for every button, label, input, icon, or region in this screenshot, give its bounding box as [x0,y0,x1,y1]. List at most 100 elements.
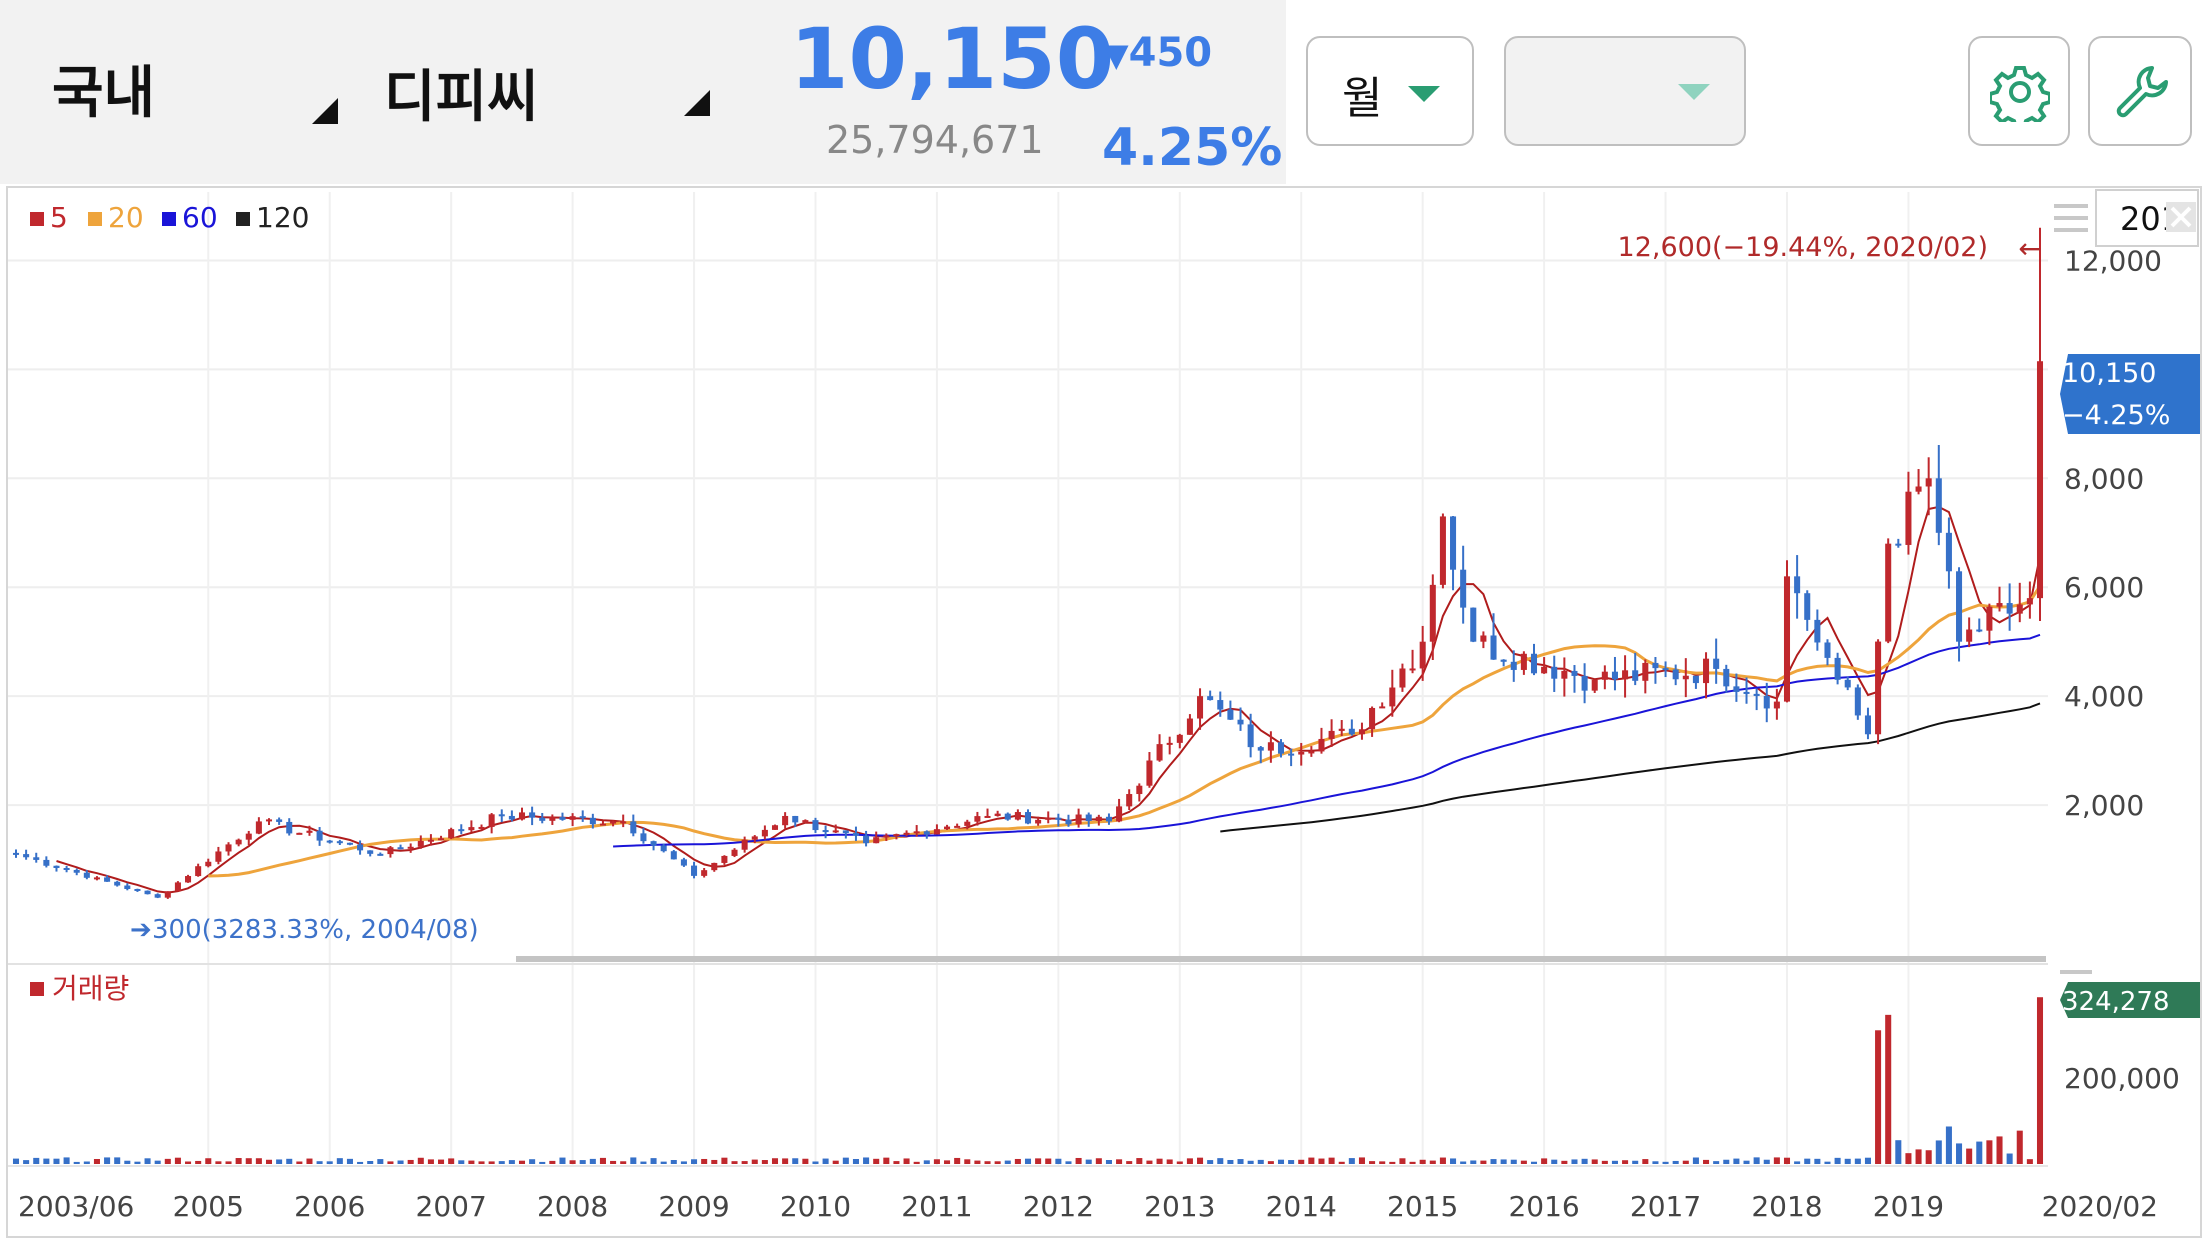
min-price-annotation: 300(3283.33%, 2004/08) [152,915,479,945]
volume-bar [73,1161,80,1164]
candle-body [1389,687,1396,707]
volume-bar [387,1161,394,1164]
volume-bar [1682,1160,1689,1164]
candle-body [1814,619,1821,643]
volume-bar [812,1161,819,1164]
candle-body [1338,728,1345,731]
volume-bar [599,1157,606,1164]
volume-menu-icon[interactable] [2060,970,2092,974]
volume-bar [2026,1159,2033,1164]
volume-bar [367,1161,374,1164]
candle-body [1854,687,1861,716]
stock-selector-caret-icon[interactable] [684,90,710,116]
x-tick-label: 2009 [658,1190,729,1223]
candle-body [316,830,323,841]
volume-bar [195,1160,202,1164]
volume-bar [397,1160,404,1164]
period-dropdown[interactable]: 월 [1306,36,1474,146]
volume-bar [933,1159,940,1164]
volume-bar [903,1158,910,1164]
volume-bar [1328,1157,1335,1164]
volume-bar [1318,1158,1325,1164]
volume-bar [1804,1158,1811,1164]
volume-bar [316,1161,323,1164]
close-icon[interactable] [2166,202,2196,232]
volume-bar [205,1158,212,1164]
candlestick-series [12,227,2044,899]
volume-bar [154,1160,161,1164]
candle-body [1844,679,1851,688]
candle-body [630,821,637,834]
volume-bar [1966,1148,1973,1164]
candle-body [306,830,313,833]
volume-bar [964,1159,971,1164]
chart-scrollbar[interactable] [516,956,2046,962]
current-price-tag: 10,150 −4.25% [2060,354,2200,434]
candle-body [650,841,657,846]
volume-bar [1105,1160,1112,1164]
volume-legend-swatch [30,982,44,996]
candle-body [1379,706,1386,709]
stock-name[interactable]: 디피씨 [384,52,539,133]
volume-bar [782,1158,789,1164]
candle-body [1966,629,1973,642]
volume-bar [691,1159,698,1164]
volume-bar [832,1160,839,1164]
market-selector-caret-icon[interactable] [312,98,338,124]
hamburger-icon[interactable] [2054,204,2088,232]
x-tick-label: 2010 [780,1190,851,1223]
candle-body [782,815,789,826]
candle-body [1945,532,1952,572]
volume-bar [751,1159,758,1164]
legend-swatch-20 [88,212,102,226]
volume-bar [1783,1157,1791,1164]
market-selector-label[interactable]: 국내 [52,48,155,129]
volume-bar [83,1161,90,1164]
candle-body [1682,675,1689,680]
ma-line-20 [208,584,2042,878]
volume-bar [1986,1140,1993,1164]
y-tick-label: 8,000 [2064,462,2144,495]
candle-body [792,815,799,823]
volume-bar [670,1160,677,1164]
volume-bar [1956,1143,1963,1164]
candle-body [771,825,779,830]
chart-panel[interactable]: 5 20 60 120 201 12,000 8,000 6,000 4,000 2,0… [6,186,2202,1238]
candle-body [73,869,80,873]
volume-bar [650,1158,657,1164]
stock-chart[interactable]: 5 20 60 120 201 12,0008,0006,0004,0002,0… [8,188,2200,1236]
volume-tag: 324,278 [2060,982,2200,1018]
candle-body [913,831,920,834]
indicator-dropdown[interactable] [1504,36,1746,146]
candle-body [1591,679,1598,691]
volume-bar [620,1161,627,1164]
price-axis: 12,000 8,000 6,000 4,000 2,000 [2064,244,2162,822]
candle-body [33,857,40,860]
volume-bar [1267,1161,1274,1164]
volume-bar [1703,1159,1710,1164]
volume-bar [276,1159,283,1164]
candle-body [1004,813,1011,820]
volume-bar [954,1157,961,1164]
volume-bar [610,1160,617,1164]
tools-button[interactable] [2088,36,2192,146]
volume-bar [1935,1140,1942,1164]
volume-bar [721,1157,728,1164]
candle-body [1733,686,1740,692]
candle-body [195,866,202,877]
volume-bar [1450,1158,1457,1164]
candle-body [1035,819,1042,824]
candle-body [1277,742,1285,754]
volume-bar [1895,1140,1902,1164]
volume-bar [893,1161,900,1164]
candle-body [954,825,961,828]
candle-body [1834,657,1841,680]
volume-bar [1065,1161,1072,1164]
volume-bar [1642,1159,1649,1164]
candle-body [1439,516,1446,585]
change-percent: 4.25% [1102,118,1283,178]
candle-body [832,830,839,833]
settings-button[interactable] [1968,36,2070,146]
candle-body [1571,670,1578,676]
candle-body [1824,642,1831,658]
